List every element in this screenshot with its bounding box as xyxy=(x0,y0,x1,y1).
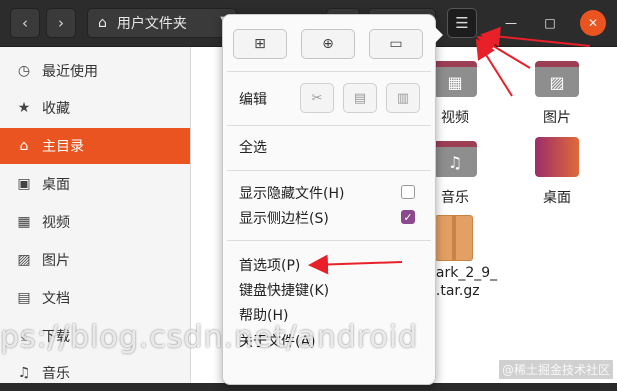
sidebar-item-label: 图片 xyxy=(42,253,70,269)
sidebar-item-videos[interactable]: ▦ 视频 xyxy=(0,204,190,240)
chevron-right-icon: › xyxy=(58,14,64,32)
sidebar-item-label: 桌面 xyxy=(42,177,70,193)
sidebar-item-pictures[interactable]: ▨ 图片 xyxy=(0,242,190,278)
main-menu-button[interactable]: ☰ xyxy=(447,8,477,38)
back-button[interactable]: ‹ xyxy=(10,8,40,38)
video-icon: ▦ xyxy=(17,214,31,230)
new-window-button[interactable]: ⊞ xyxy=(233,29,287,59)
paste-button[interactable]: ▥ xyxy=(386,83,420,113)
scissors-icon: ✂ xyxy=(311,90,323,106)
file-label[interactable]: 视频 xyxy=(431,107,479,127)
sidebar-item-label: 主目录 xyxy=(42,139,84,155)
star-icon: ★ xyxy=(17,100,31,116)
shortcuts-item[interactable]: 键盘快捷键(K) xyxy=(239,280,329,300)
file-label[interactable]: dark_2_9_ xyxy=(427,265,497,281)
watermark-text: ps://blog.csdn.net/android xyxy=(0,320,419,355)
sidebar-item-label: 最近使用 xyxy=(42,64,98,80)
videos-folder-icon[interactable]: ▦ xyxy=(433,57,477,97)
menu-divider xyxy=(227,71,431,72)
checkmark-icon: ✓ xyxy=(403,210,413,224)
sidebar-item-label: 文档 xyxy=(42,291,70,307)
minimize-button[interactable]: — xyxy=(498,10,524,36)
forward-button[interactable]: › xyxy=(46,8,76,38)
menu-divider xyxy=(227,125,431,126)
file-label[interactable]: 音乐 xyxy=(431,187,479,207)
path-label: 用户文件夹 xyxy=(116,16,187,32)
credit-text: @稀土掘金技术社区 xyxy=(498,360,613,379)
music-folder-icon: ♫ xyxy=(447,152,463,172)
hamburger-menu-icon: ☰ xyxy=(455,14,469,32)
new-folder-icon: ▭ xyxy=(389,36,403,52)
menu-divider xyxy=(227,170,431,171)
sidebar-item-label: 音乐 xyxy=(42,366,70,382)
file-label[interactable]: 4.tar.gz xyxy=(427,283,497,299)
maximize-button[interactable]: □ xyxy=(537,10,563,36)
show-hidden-item[interactable]: 显示隐藏文件(H) xyxy=(239,183,344,203)
file-label[interactable]: 图片 xyxy=(533,107,581,127)
home-icon: ⌂ xyxy=(98,15,107,31)
maximize-icon: □ xyxy=(544,16,556,30)
video-folder-icon: ▦ xyxy=(447,72,463,92)
desktop-folder-icon[interactable] xyxy=(535,137,579,177)
archive-icon[interactable] xyxy=(435,215,473,261)
minimize-icon: — xyxy=(505,16,517,30)
sidebar-item-documents[interactable]: ▤ 文档 xyxy=(0,280,190,316)
file-label[interactable]: 桌面 xyxy=(533,187,581,207)
close-icon: ✕ xyxy=(587,16,599,30)
new-folder-button[interactable]: ▭ xyxy=(369,29,423,59)
sidebar-item-starred[interactable]: ★ 收藏 xyxy=(0,90,190,126)
copy-icon: ▤ xyxy=(353,90,367,106)
document-icon: ▤ xyxy=(17,290,31,306)
edit-label: 编辑 xyxy=(239,92,267,108)
close-button[interactable]: ✕ xyxy=(580,10,606,36)
new-window-icon: ⊞ xyxy=(254,36,266,52)
chevron-left-icon: ‹ xyxy=(22,14,28,32)
show-sidebar-item[interactable]: 显示侧边栏(S) xyxy=(239,208,329,228)
preferences-item[interactable]: 首选项(P) xyxy=(239,255,300,275)
new-tab-icon: ⊕ xyxy=(322,36,334,52)
sidebar-item-label: 收藏 xyxy=(42,101,70,117)
sidebar-item-recent[interactable]: ◷ 最近使用 xyxy=(0,53,190,89)
picture-icon: ▨ xyxy=(17,252,31,268)
clock-icon: ◷ xyxy=(17,63,31,79)
path-bar-button[interactable]: ⌂ 用户文件夹 ▼ xyxy=(87,8,237,38)
select-all-item[interactable]: 全选 xyxy=(239,137,267,157)
sidebar-item-label: 视频 xyxy=(42,215,70,231)
cut-button[interactable]: ✂ xyxy=(300,83,334,113)
sidebar-item-music[interactable]: ♫ 音乐 xyxy=(0,355,190,391)
sidebar-item-desktop[interactable]: ▣ 桌面 xyxy=(0,166,190,202)
sidebar-item-home[interactable]: ⌂ 主目录 xyxy=(0,128,190,164)
show-hidden-checkbox[interactable] xyxy=(401,185,415,199)
paste-icon: ▥ xyxy=(396,90,410,106)
desktop-icon: ▣ xyxy=(17,176,31,192)
show-sidebar-checkbox[interactable]: ✓ xyxy=(401,210,415,224)
music-folder-icon[interactable]: ♫ xyxy=(433,137,477,177)
picture-folder-icon: ▨ xyxy=(549,72,565,92)
copy-button[interactable]: ▤ xyxy=(343,83,377,113)
new-tab-button[interactable]: ⊕ xyxy=(301,29,355,59)
home-icon: ⌂ xyxy=(19,138,29,154)
music-icon: ♫ xyxy=(17,365,31,381)
menu-divider xyxy=(227,240,431,241)
pictures-folder-icon[interactable]: ▨ xyxy=(535,57,579,97)
